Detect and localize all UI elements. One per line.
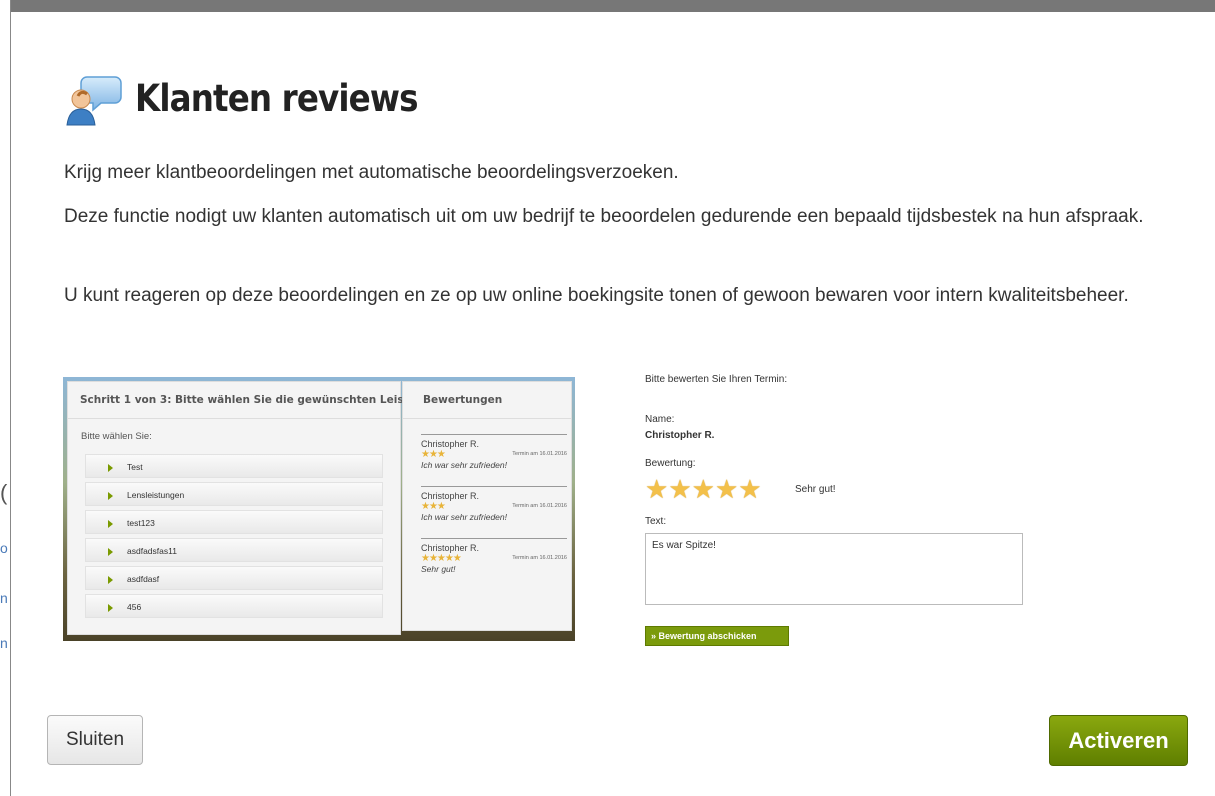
step-title: Schritt 1 von 3: Bitte wählen Sie die ge…: [68, 382, 446, 419]
background-page-edge: ( o n n: [0, 0, 11, 796]
service-item: Test: [85, 454, 383, 478]
star-icon: ★: [691, 474, 715, 504]
rating-text: Sehr gut!: [795, 484, 836, 495]
service-item-label: asdfadsfas11: [127, 546, 177, 556]
select-label: Bitte wählen Sie:: [81, 431, 152, 442]
review-stars: ★★★: [421, 449, 446, 460]
review-name: Christopher R.: [421, 491, 480, 501]
arrow-right-icon: [108, 491, 113, 500]
star-icon: ★: [714, 474, 739, 504]
review-stars: ★★★★★: [421, 553, 462, 564]
star-icon: ★: [668, 474, 692, 504]
arrow-right-icon: [108, 575, 113, 584]
reviews-panel: Bewertungen Christopher R. ★★★ Termin am …: [402, 381, 572, 631]
arrow-right-icon: [108, 519, 113, 528]
service-item: 456: [85, 594, 383, 618]
service-item-label: 456: [127, 602, 142, 612]
review-comment: Ich war sehr zufrieden!: [421, 460, 507, 470]
service-item-label: Lensleistungen: [127, 490, 185, 500]
modal-header: Klanten reviews: [65, 68, 456, 128]
review-date: Termin am 16.01.2016: [512, 555, 567, 561]
review-date: Termin am 16.01.2016: [512, 451, 567, 457]
service-item: Lensleistungen: [85, 482, 383, 506]
booking-preview-image: Schritt 1 von 3: Bitte wählen Sie die ge…: [63, 377, 575, 641]
text-label: Text:: [645, 516, 667, 527]
name-label: Name:: [645, 414, 675, 425]
review-date: Termin am 16.01.2016: [512, 503, 567, 509]
intro-paragraph: Krijg meer klantbeoordelingen met automa…: [64, 162, 679, 183]
service-item-label: Test: [127, 462, 143, 472]
review-name: Christopher R.: [421, 543, 480, 553]
chat-users-icon: [65, 69, 123, 127]
form-intro: Bitte bewerten Sie Ihren Termin:: [645, 374, 788, 385]
reviews-title: Bewertungen: [403, 382, 571, 419]
service-item: test123: [85, 510, 383, 534]
usage-paragraph: U kunt reageren op deze beoordelingen en…: [64, 285, 1129, 306]
star-icon: ★: [738, 474, 762, 504]
service-selection-panel: Schritt 1 von 3: Bitte wählen Sie die ge…: [67, 381, 446, 635]
arrow-right-icon: [108, 463, 113, 472]
service-item-label: test123: [127, 518, 155, 528]
service-item: asdfdasf: [85, 566, 383, 590]
review-name: Christopher R.: [421, 439, 480, 449]
service-item-label: asdfdasf: [127, 574, 160, 584]
modal-title: Klanten reviews: [135, 76, 418, 120]
review-item: Christopher R. ★★★ Termin am 16.01.2016 I…: [421, 434, 567, 470]
review-stars: ★★★: [421, 501, 446, 512]
close-button[interactable]: Sluiten: [47, 715, 143, 765]
rating-label: Bewertung:: [645, 458, 696, 469]
review-comment: Sehr gut!: [421, 564, 456, 574]
arrow-right-icon: [108, 603, 113, 612]
review-comment: Ich war sehr zufrieden!: [421, 512, 507, 522]
arrow-right-icon: [108, 547, 113, 556]
review-item: Christopher R. ★★★ Termin am 16.01.2016 I…: [421, 486, 567, 522]
star-icon: ★: [645, 474, 669, 504]
description-paragraph: Deze functie nodigt uw klanten automatis…: [64, 206, 1144, 227]
review-textarea: Es war Spitze!: [645, 533, 1023, 605]
name-value: Christopher R.: [645, 430, 715, 441]
submit-review-button: » Bewertung abschicken: [645, 626, 789, 646]
klanten-reviews-modal: Klanten reviews Krijg meer klantbeoordel…: [11, 12, 1215, 796]
review-item: Christopher R. ★★★★★ Termin am 16.01.2016…: [421, 538, 567, 574]
activate-button[interactable]: Activeren: [1049, 715, 1188, 766]
service-item: asdfadsfas11: [85, 538, 383, 562]
rating-stars: ★ ★ ★ ★ ★: [645, 475, 762, 503]
